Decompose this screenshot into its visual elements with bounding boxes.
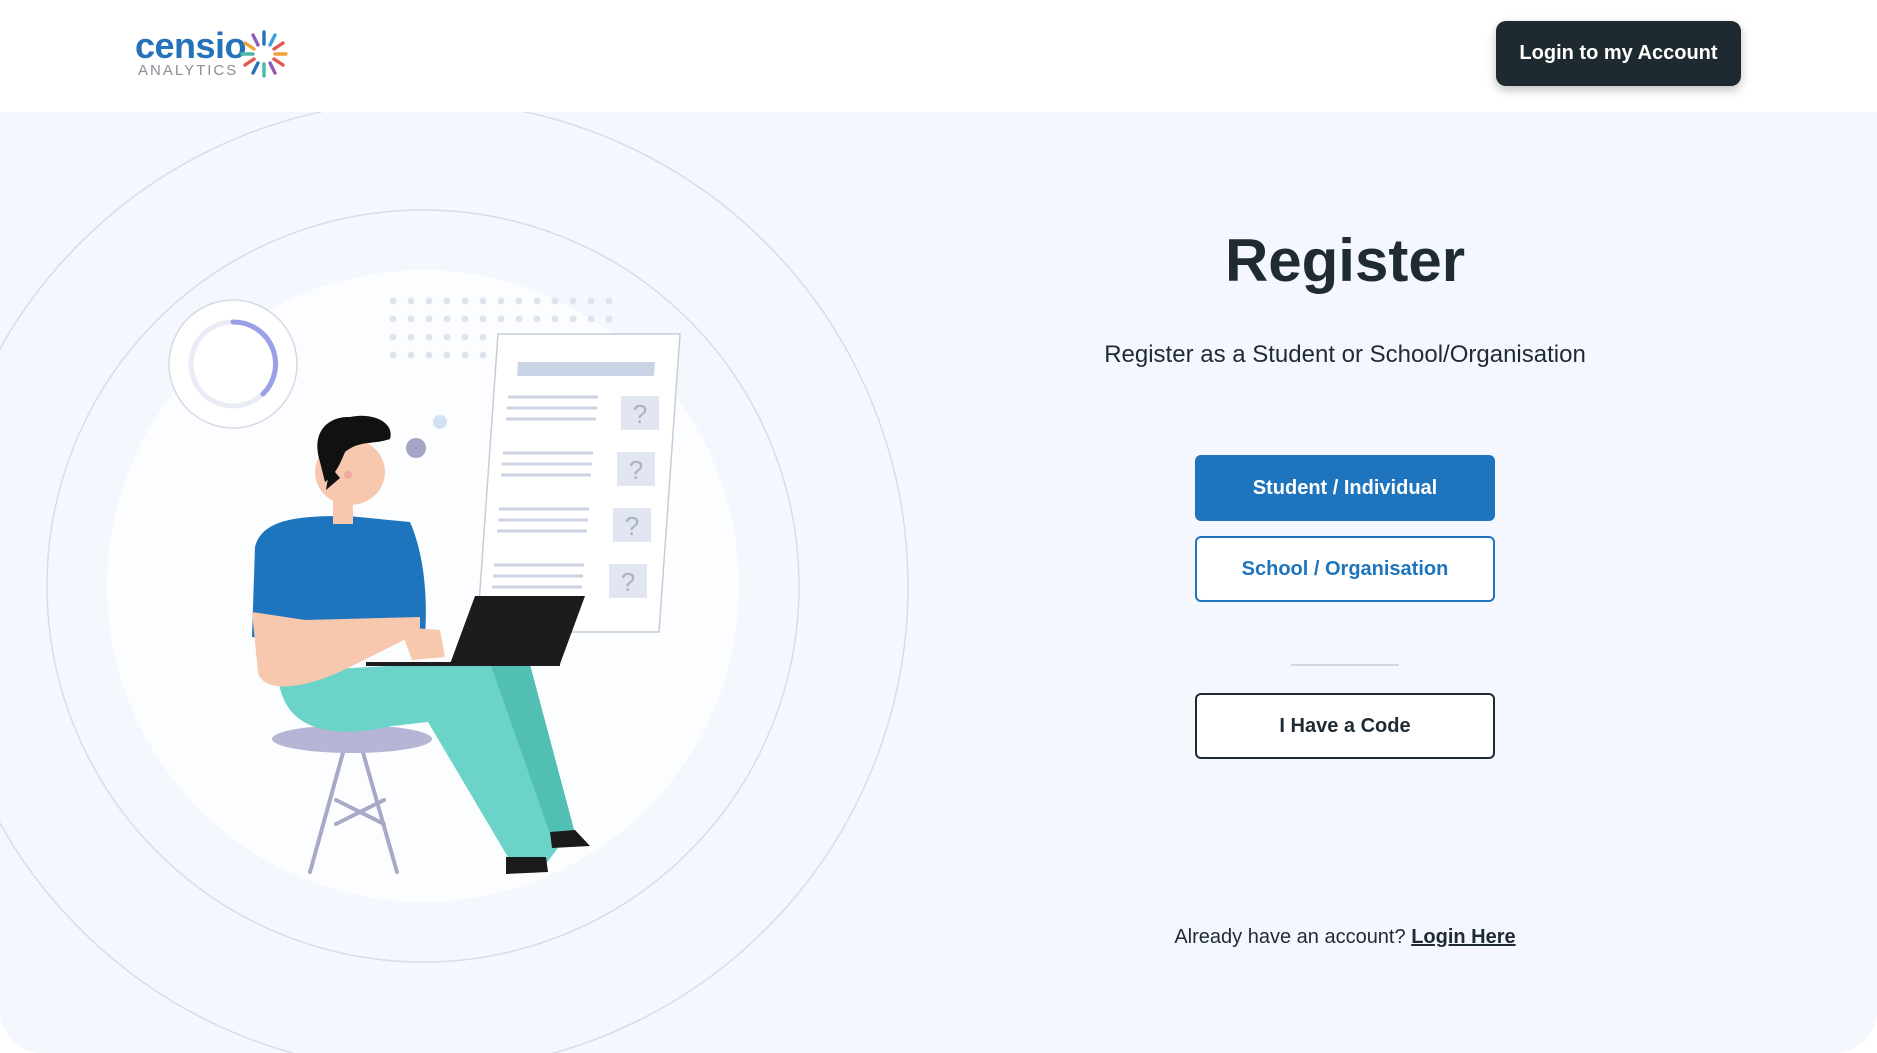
person-with-laptop-illustration: ? ? ? ? (0, 112, 909, 1053)
already-text: Already have an account? (1174, 926, 1406, 948)
register-page: censio ANALYTICS Login to my Account ? ?… (0, 0, 1877, 1053)
top-header: censio ANALYTICS Login to my Account (0, 0, 1877, 112)
divider (1291, 664, 1399, 666)
logo-subtitle: ANALYTICS (138, 62, 239, 79)
student-individual-button[interactable]: Student / Individual (1195, 455, 1495, 521)
logo-burst-icon (240, 30, 288, 78)
question-mark-icon: ? (633, 399, 647, 429)
have-code-button[interactable]: I Have a Code (1195, 693, 1495, 759)
school-organisation-button[interactable]: School / Organisation (1195, 536, 1495, 602)
login-here-link[interactable]: Login Here (1411, 926, 1515, 948)
page-subtitle: Register as a Student or School/Organisa… (1104, 341, 1586, 368)
page-title: Register (1224, 227, 1466, 294)
main-panel: ? ? ? ? Register Register as a Student o… (0, 112, 1877, 1053)
censio-logo[interactable]: censio ANALYTICS (135, 26, 295, 82)
question-mark-icon: ? (621, 567, 635, 597)
logo-wordmark: censio (135, 25, 247, 66)
register-form: Register Register as a Student or School… (1045, 112, 1645, 1053)
question-mark-icon: ? (625, 511, 639, 541)
question-mark-icon: ? (629, 455, 643, 485)
already-have-account: Already have an account? Login Here (1045, 924, 1645, 950)
questionnaire-sheet: ? ? ? ? (476, 333, 681, 633)
login-to-account-button[interactable]: Login to my Account (1496, 21, 1741, 86)
progress-ring-icon (168, 299, 298, 429)
